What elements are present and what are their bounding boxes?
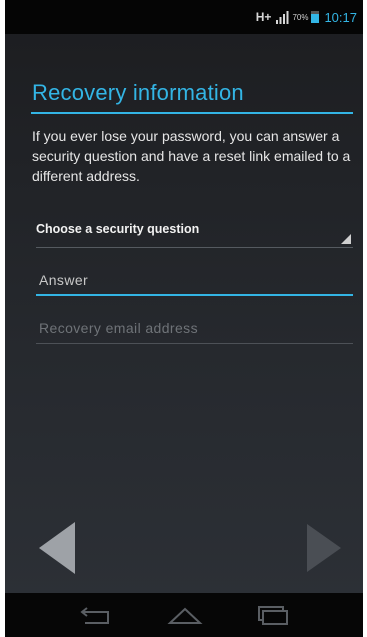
security-question-dropdown[interactable]: Choose a security question bbox=[36, 222, 353, 248]
system-navigation-bar bbox=[5, 593, 363, 637]
next-button[interactable] bbox=[305, 518, 345, 578]
status-bar: H+ 70% 10:17 bbox=[5, 0, 363, 34]
recovery-email-placeholder: Recovery email address bbox=[39, 320, 198, 336]
recent-apps-icon[interactable] bbox=[253, 603, 293, 627]
back-icon[interactable] bbox=[77, 603, 117, 627]
answer-field[interactable]: Answer bbox=[36, 268, 353, 296]
recovery-email-underline bbox=[36, 343, 353, 344]
home-icon[interactable] bbox=[165, 603, 205, 627]
right-triangle-icon bbox=[307, 524, 341, 572]
title-divider bbox=[31, 112, 353, 114]
signal-icon bbox=[276, 10, 289, 24]
clock: 10:17 bbox=[324, 9, 357, 25]
answer-placeholder: Answer bbox=[39, 272, 89, 288]
battery-percent: 70% bbox=[292, 12, 309, 22]
dropdown-corner-icon bbox=[341, 234, 351, 244]
dropdown-underline bbox=[36, 247, 353, 248]
network-type: H+ bbox=[255, 10, 272, 24]
left-triangle-icon bbox=[39, 522, 75, 574]
answer-underline bbox=[36, 294, 353, 296]
phone-screen: H+ 70% 10:17 Recovery information If you… bbox=[5, 0, 363, 637]
security-question-value: Choose a security question bbox=[36, 222, 200, 236]
previous-button[interactable] bbox=[37, 518, 77, 578]
recovery-email-field[interactable]: Recovery email address bbox=[36, 316, 353, 344]
battery-icon bbox=[311, 11, 320, 23]
description-text: If you ever lose your password, you can … bbox=[32, 128, 351, 184]
page-title: Recovery information bbox=[32, 80, 244, 105]
